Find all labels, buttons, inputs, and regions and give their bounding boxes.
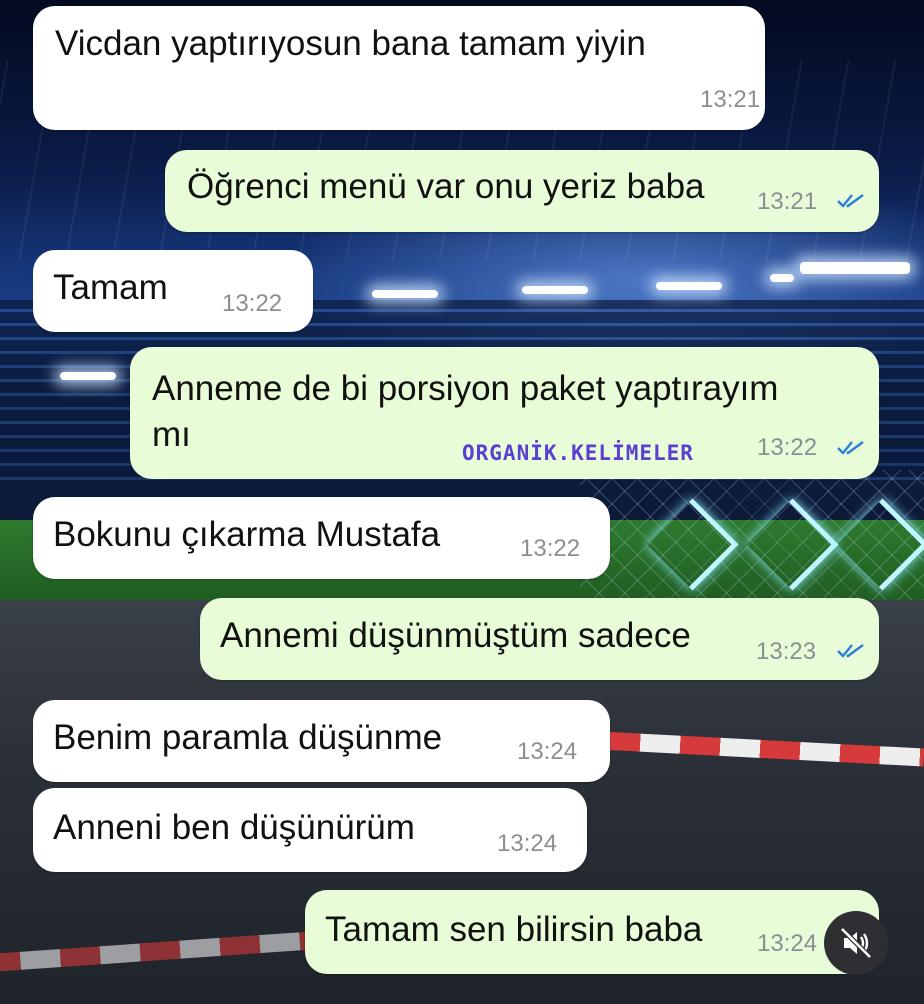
message-text: Vicdan yaptırıyosun bana tamam yiyin: [55, 24, 646, 63]
double-check-icon: [837, 194, 864, 208]
message-time: 13:21: [700, 86, 761, 113]
message-time: 13:22: [222, 290, 283, 317]
speaker-slash-icon: [840, 927, 872, 959]
message-time: 13:23: [756, 638, 817, 665]
chat-area[interactable]: Vicdan yaptırıyosun bana tamam yiyin 13:…: [0, 0, 924, 1004]
incoming-message[interactable]: Anneni ben düşünürüm 13:24: [33, 788, 587, 872]
message-time: 13:21: [757, 188, 818, 215]
incoming-message[interactable]: Benim paramla düşünme 13:24: [33, 700, 610, 782]
message-time: 13:22: [757, 434, 818, 461]
message-time: 13:24: [757, 930, 818, 957]
double-check-icon: [837, 644, 864, 658]
message-text: Anneni ben düşünürüm: [53, 808, 415, 847]
message-text: Tamam sen bilirsin baba: [325, 910, 703, 949]
outgoing-message[interactable]: Öğrenci menü var onu yeriz baba 13:21: [165, 150, 879, 232]
double-check-icon: [837, 441, 864, 455]
message-time: 13:24: [517, 738, 578, 765]
message-text: Tamam: [53, 268, 168, 307]
outgoing-message[interactable]: Tamam sen bilirsin baba 13:24: [305, 890, 879, 974]
message-text: Annemi düşünmüştüm sadece: [220, 616, 691, 655]
incoming-message[interactable]: Bokunu çıkarma Mustafa 13:22: [33, 497, 610, 579]
incoming-message[interactable]: Tamam 13:22: [33, 250, 313, 332]
message-text: Öğrenci menü var onu yeriz baba: [187, 167, 705, 206]
volume-muted-icon[interactable]: [824, 911, 888, 975]
message-text-continued: mı: [152, 415, 191, 454]
message-text: Bokunu çıkarma Mustafa: [53, 515, 441, 554]
outgoing-message[interactable]: Annemi düşünmüştüm sadece 13:23: [200, 598, 879, 680]
outgoing-message[interactable]: Anneme de bi porsiyon paket yaptırayım m…: [130, 347, 879, 479]
message-text: Anneme de bi porsiyon paket yaptırayım: [152, 369, 779, 408]
message-time: 13:24: [497, 830, 558, 857]
incoming-message[interactable]: Vicdan yaptırıyosun bana tamam yiyin 13:…: [33, 6, 765, 130]
message-time: 13:22: [520, 535, 581, 562]
message-text: Benim paramla düşünme: [53, 718, 443, 757]
watermark-text: ORGANİK.KELİMELER: [462, 441, 694, 465]
